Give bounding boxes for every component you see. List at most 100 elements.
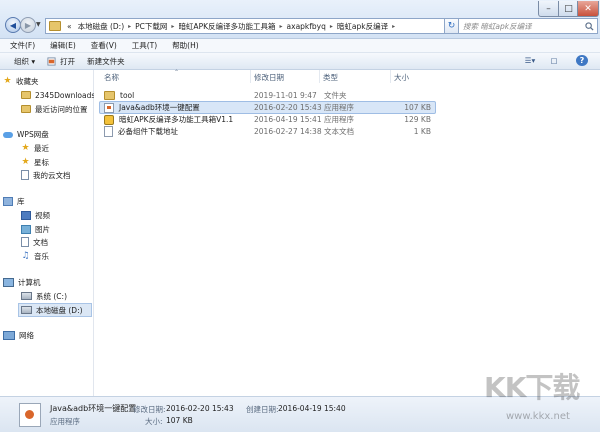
- sidebar-computer-label: 计算机: [18, 278, 41, 287]
- title-bar: – □ ✕ ◀ ▶ ▼ « 本地磁盘 (D:) ▸ PC下载网 ▸ 暗虹APK反…: [0, 0, 600, 39]
- table-row[interactable]: tool 2019-11-01 9:47 文件夹: [100, 90, 435, 101]
- search-icon[interactable]: [585, 21, 594, 31]
- column-divider[interactable]: [250, 70, 251, 83]
- file-list: 名称 ⌃ 修改日期 类型 大小 tool 2019-11-01 9:47 文件夹…: [94, 69, 600, 396]
- table-row[interactable]: 暗虹APK反编译多功能工具箱V1.1 2016-04-19 15:41 应用程序…: [100, 114, 435, 125]
- file-type: 文件夹: [324, 91, 347, 100]
- breadcrumb-item[interactable]: PC下载网: [132, 21, 170, 32]
- sidebar-item-my-cloud-docs[interactable]: 我的云文档: [21, 169, 71, 181]
- file-name-cell: 暗虹APK反编译多功能工具箱V1.1: [104, 114, 233, 125]
- address-overflow[interactable]: «: [64, 22, 75, 31]
- address-bar[interactable]: « 本地磁盘 (D:) ▸ PC下载网 ▸ 暗虹APK反编译多功能工具箱 ▸ a…: [45, 18, 447, 34]
- sidebar-item-drive-c[interactable]: 系统 (C:): [21, 290, 67, 302]
- network-icon: [3, 331, 15, 340]
- forward-arrow-icon[interactable]: ▶: [20, 17, 36, 33]
- breadcrumb-item[interactable]: 本地磁盘 (D:): [75, 21, 128, 32]
- details-size-value: 107 KB: [166, 416, 193, 425]
- details-created-value: 2016-04-19 15:40: [278, 404, 346, 413]
- sidebar-item-label: 本地磁盘 (D:): [36, 305, 83, 315]
- sidebar-item-label: 文档: [33, 237, 48, 247]
- column-header-name[interactable]: 名称: [104, 72, 119, 83]
- watermark: KK下载 www.kkx.net: [484, 366, 594, 426]
- sidebar-favorites-label: 收藏夹: [16, 77, 39, 86]
- open-label: 打开: [60, 56, 76, 66]
- picture-icon: [21, 224, 31, 234]
- sidebar-item-videos[interactable]: 视频: [21, 209, 50, 221]
- open-button[interactable]: 打开: [41, 56, 81, 67]
- breadcrumb-item[interactable]: axapkfbyq: [284, 22, 329, 31]
- sidebar-library[interactable]: 库: [3, 196, 25, 207]
- maximize-button[interactable]: □: [558, 1, 579, 17]
- table-row[interactable]: Java&adb环境一键配置 2016-02-20 15:43 应用程序 107…: [99, 101, 436, 114]
- breadcrumb-item[interactable]: 暗虹apk反编译: [334, 21, 391, 32]
- back-arrow-icon[interactable]: ◀: [5, 17, 21, 33]
- new-folder-button[interactable]: 新建文件夹: [81, 56, 131, 67]
- video-icon: [21, 210, 31, 220]
- sidebar-item-recent-places[interactable]: 最近访问的位置: [21, 103, 88, 115]
- menu-bar: 文件(F) 编辑(E) 查看(V) 工具(T) 帮助(H): [0, 39, 600, 53]
- file-name: tool: [120, 91, 135, 100]
- details-file-name: Java&adb环境一键配置: [50, 404, 137, 413]
- sidebar-item-music[interactable]: ♫ 音乐: [21, 250, 49, 262]
- sidebar-item-label: 最近: [34, 143, 49, 153]
- folder-icon: [104, 91, 115, 100]
- details-file-type: 应用程序: [50, 417, 80, 426]
- column-header-date[interactable]: 修改日期: [254, 72, 284, 83]
- breadcrumb-item[interactable]: 暗虹APK反编译多功能工具箱: [175, 21, 278, 32]
- file-date: 2016-02-20 15:43: [254, 103, 322, 112]
- file-date: 2019-11-01 9:47: [254, 91, 317, 100]
- sidebar-item-drive-d[interactable]: 本地磁盘 (D:): [18, 303, 92, 317]
- organize-button[interactable]: 组织 ▾: [0, 56, 41, 67]
- sidebar-item-label: 音乐: [34, 251, 49, 261]
- refresh-icon[interactable]: ↻: [444, 18, 459, 34]
- sidebar-item-2345downloads[interactable]: 2345Downloads: [21, 89, 95, 101]
- sidebar-item-starred[interactable]: ★ 星标: [21, 156, 49, 168]
- file-name-cell: Java&adb环境一键配置: [104, 102, 200, 113]
- details-modified-value: 2016-02-20 15:43: [166, 404, 234, 413]
- sidebar-favorites[interactable]: ★ 收藏夹: [3, 76, 39, 87]
- sidebar-item-recent[interactable]: ★ 最近: [21, 142, 49, 154]
- exe-icon: [19, 403, 41, 427]
- preview-pane-icon[interactable]: ▢: [548, 55, 560, 66]
- column-divider[interactable]: [390, 70, 391, 83]
- file-type: 文本文档: [324, 127, 354, 136]
- sidebar-network-label: 网络: [19, 331, 34, 340]
- open-icon: [47, 56, 56, 66]
- sidebar-item-documents[interactable]: 文档: [21, 236, 48, 248]
- details-size-label: 大小:: [145, 417, 163, 426]
- column-header-type[interactable]: 类型: [323, 72, 338, 83]
- watermark-url: www.kkx.net: [506, 411, 570, 422]
- close-button[interactable]: ✕: [577, 1, 599, 17]
- app-icon: [104, 114, 114, 125]
- sidebar-wps[interactable]: WPS网盘: [3, 129, 49, 140]
- file-date: 2016-02-27 14:38: [254, 127, 322, 136]
- library-icon: [3, 197, 13, 206]
- minimize-button[interactable]: –: [538, 1, 559, 17]
- sidebar-item-pictures[interactable]: 图片: [21, 223, 50, 235]
- details-created-label: 创建日期:: [246, 405, 279, 414]
- star-icon: ★: [3, 76, 12, 86]
- file-type: 应用程序: [324, 115, 354, 124]
- cloud-icon: [3, 131, 13, 138]
- menu-help[interactable]: 帮助(H): [162, 40, 204, 51]
- file-name: 暗虹APK反编译多功能工具箱V1.1: [119, 115, 234, 124]
- sidebar-network[interactable]: 网络: [3, 330, 34, 341]
- breadcrumb-separator-icon[interactable]: ▸: [391, 23, 396, 30]
- menu-tools[interactable]: 工具(T): [122, 40, 162, 51]
- help-icon[interactable]: ?: [576, 55, 588, 66]
- table-row[interactable]: 必备组件下载地址 2016-02-27 14:38 文本文档 1 KB: [100, 126, 435, 137]
- view-options-icon[interactable]: ☰▾: [521, 55, 539, 66]
- column-divider[interactable]: [319, 70, 320, 83]
- computer-icon: [3, 278, 14, 287]
- column-header-size[interactable]: 大小: [394, 72, 409, 83]
- file-type: 应用程序: [324, 103, 354, 112]
- menu-file[interactable]: 文件(F): [0, 40, 40, 51]
- chevron-down-icon[interactable]: ▼: [36, 21, 41, 28]
- drive-icon: [21, 292, 32, 300]
- sidebar-item-label: 视频: [35, 210, 50, 220]
- menu-edit[interactable]: 编辑(E): [40, 40, 81, 51]
- file-name-cell: tool: [104, 91, 134, 100]
- menu-view[interactable]: 查看(V): [81, 40, 122, 51]
- sidebar-computer[interactable]: 计算机: [3, 277, 41, 288]
- search-input[interactable]: 搜索 暗虹apk反编译: [458, 18, 598, 34]
